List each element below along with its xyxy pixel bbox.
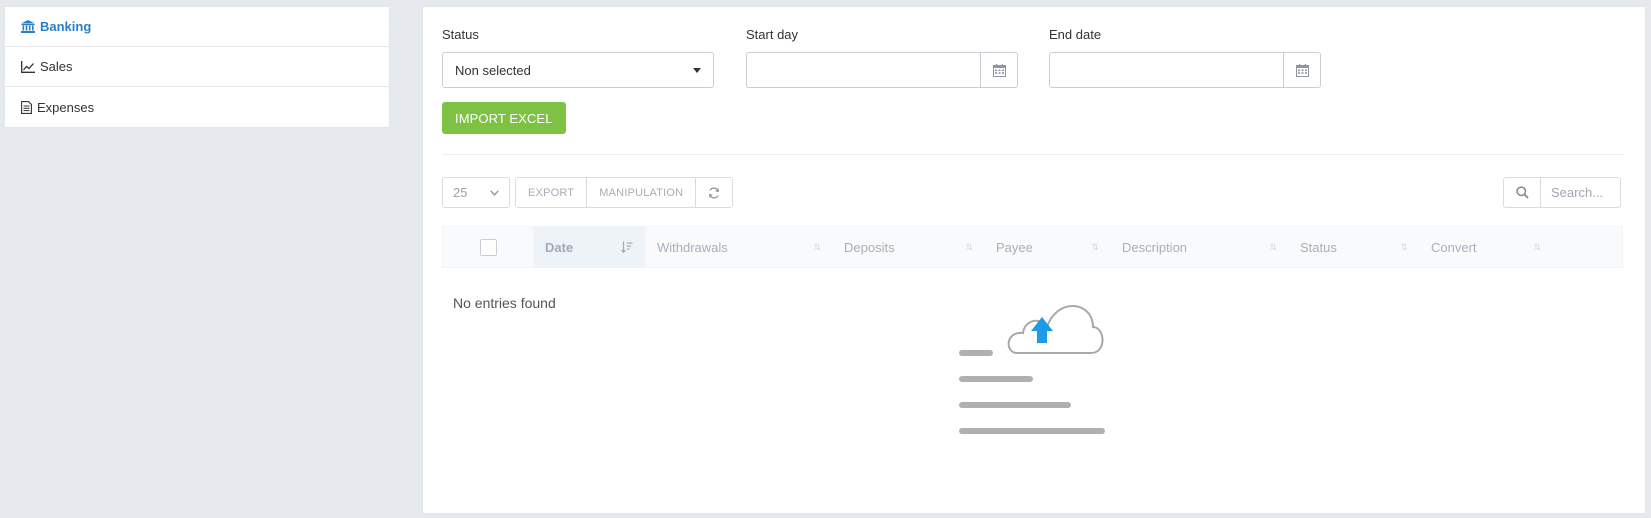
- column-header-deposits[interactable]: Deposits ⇅: [832, 226, 984, 268]
- column-header-description[interactable]: Description ⇅: [1110, 226, 1288, 268]
- caret-down-icon: [693, 67, 701, 73]
- sort-icon: ⇅: [965, 241, 972, 252]
- column-header-label: Description: [1122, 239, 1188, 255]
- column-header-label: Date: [545, 239, 574, 255]
- column-header-payee[interactable]: Payee ⇅: [984, 226, 1110, 268]
- sidebar-item-label: Banking: [40, 19, 92, 34]
- start-day-input[interactable]: [746, 52, 980, 88]
- column-header-label: Deposits: [844, 239, 895, 255]
- end-date-filter: End date: [1049, 27, 1321, 88]
- end-date-label: End date: [1049, 27, 1102, 42]
- status-filter: Status Non selected: [442, 27, 714, 88]
- sort-icon: ⇅: [1269, 241, 1276, 252]
- sort-descending-icon: [621, 241, 633, 253]
- column-header-label: Convert: [1431, 239, 1477, 255]
- column-header-label: Payee: [996, 239, 1033, 255]
- column-header-label: Withdrawals: [657, 239, 728, 255]
- table-header: Date Withdrawals ⇅ Deposits ⇅ Payee ⇅ De…: [442, 226, 1623, 268]
- divider: [442, 154, 1623, 155]
- sort-icon: ⇅: [1091, 241, 1098, 252]
- main-panel: Status Non selected Start day End date I…: [422, 6, 1646, 514]
- import-excel-button[interactable]: IMPORT EXCEL: [442, 102, 566, 134]
- column-header-withdrawals[interactable]: Withdrawals ⇅: [645, 226, 832, 268]
- document-icon: [21, 100, 32, 114]
- status-label: Status: [442, 27, 479, 42]
- sidebar-item-label: Sales: [40, 59, 73, 74]
- sort-icon: ⇅: [1533, 241, 1540, 252]
- search-button[interactable]: [1503, 177, 1541, 208]
- refresh-icon: [709, 187, 720, 198]
- column-header-label: Status: [1300, 239, 1337, 255]
- bank-icon: [21, 20, 35, 33]
- sidebar: Banking Sales Expenses: [4, 6, 390, 128]
- sort-icon: ⇅: [1400, 241, 1407, 252]
- column-header-convert[interactable]: Convert ⇅: [1419, 226, 1552, 268]
- calendar-icon: [1295, 63, 1309, 77]
- status-select-value: Non selected: [455, 62, 531, 78]
- end-date-calendar-button[interactable]: [1283, 52, 1321, 88]
- sidebar-item-label: Expenses: [37, 99, 95, 115]
- export-button[interactable]: EXPORT: [516, 178, 588, 207]
- end-date-group: [1049, 52, 1321, 88]
- sidebar-item-banking[interactable]: Banking: [5, 7, 389, 47]
- chevron-down-icon: [490, 189, 499, 196]
- search-icon: [1515, 186, 1529, 199]
- table-toolbar: 25 EXPORT MANIPULATION: [442, 177, 734, 208]
- manipulation-button[interactable]: MANIPULATION: [587, 178, 697, 207]
- column-header-date[interactable]: Date: [533, 226, 645, 268]
- refresh-button[interactable]: [696, 178, 733, 207]
- page-size-value: 25: [453, 185, 468, 200]
- calendar-icon: [992, 63, 1006, 77]
- end-date-input[interactable]: [1049, 52, 1283, 88]
- column-header-status[interactable]: Status ⇅: [1288, 226, 1419, 268]
- select-all-checkbox[interactable]: [479, 238, 497, 256]
- line-chart-icon: [21, 60, 35, 73]
- start-day-label: Start day: [746, 27, 799, 42]
- search-group: [1503, 177, 1621, 208]
- page-size-select[interactable]: 25: [442, 177, 510, 208]
- select-all-cell: [443, 226, 533, 268]
- sidebar-item-sales[interactable]: Sales: [5, 47, 389, 87]
- status-select[interactable]: Non selected: [442, 52, 714, 88]
- empty-message: No entries found: [453, 295, 556, 311]
- toolbar-button-group: EXPORT MANIPULATION: [515, 177, 734, 208]
- start-day-filter: Start day: [746, 27, 1018, 88]
- start-day-group: [746, 52, 1018, 88]
- start-day-calendar-button[interactable]: [980, 52, 1018, 88]
- search-input[interactable]: [1541, 177, 1621, 208]
- sidebar-item-expenses[interactable]: Expenses: [5, 87, 389, 127]
- cloud-upload-illustration: [959, 305, 1105, 434]
- sort-icon: ⇅: [813, 241, 820, 252]
